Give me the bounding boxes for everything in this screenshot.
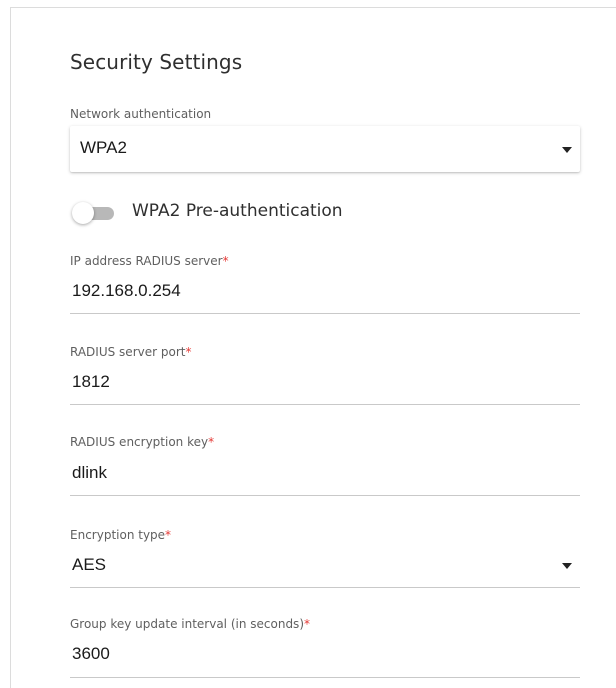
radius-ip-value: 192.168.0.254 xyxy=(72,281,181,300)
caret-down-icon xyxy=(562,563,572,569)
group-key-interval-value: 3600 xyxy=(72,644,110,663)
required-mark: * xyxy=(185,345,192,359)
security-settings-panel: Security Settings Network authentication… xyxy=(10,7,616,688)
radius-ip-field[interactable]: IP address RADIUS server* 192.168.0.254 xyxy=(70,254,580,316)
radius-key-label: RADIUS encryption key* xyxy=(70,435,214,449)
encryption-type-label: Encryption type* xyxy=(70,528,171,542)
field-underline xyxy=(70,495,580,496)
required-mark: * xyxy=(304,617,310,631)
field-underline xyxy=(70,677,580,678)
section-title: Security Settings xyxy=(70,50,243,74)
radius-key-field[interactable]: RADIUS encryption key* dlink xyxy=(70,435,580,497)
field-underline xyxy=(70,404,580,405)
caret-down-icon xyxy=(562,147,572,153)
network-authentication-label-text: Network authentication xyxy=(70,107,212,121)
radius-port-label: RADIUS server port* xyxy=(70,345,191,359)
group-key-interval-field[interactable]: Group key update interval (in seconds)* … xyxy=(70,617,580,679)
field-underline xyxy=(70,313,580,314)
encryption-type-select[interactable]: Encryption type* AES xyxy=(70,528,580,590)
group-key-interval-label-text: Group key update interval (in seconds) xyxy=(70,617,304,631)
required-mark: * xyxy=(165,528,172,542)
radius-key-value: dlink xyxy=(72,463,107,482)
required-mark: * xyxy=(208,435,215,449)
radius-port-label-text: RADIUS server port xyxy=(70,345,186,359)
toggle-knob xyxy=(72,202,94,224)
radius-ip-label-text: IP address RADIUS server xyxy=(70,254,223,268)
network-authentication-select[interactable]: WPA2 xyxy=(70,126,580,172)
encryption-type-value: AES xyxy=(72,555,107,574)
radius-port-value: 1812 xyxy=(72,372,110,391)
network-authentication-label: Network authentication xyxy=(70,107,211,121)
radius-key-label-text: RADIUS encryption key xyxy=(70,435,209,449)
wpa2-preauthentication-toggle[interactable] xyxy=(72,202,116,224)
radius-port-field[interactable]: RADIUS server port* 1812 xyxy=(70,345,580,407)
wpa2-preauthentication-label: WPA2 Pre-authentication xyxy=(132,201,343,221)
group-key-interval-label: Group key update interval (in seconds)* xyxy=(70,617,310,631)
network-authentication-value: WPA2 xyxy=(80,138,127,157)
field-underline xyxy=(70,587,580,588)
radius-ip-label: IP address RADIUS server* xyxy=(70,254,229,268)
required-mark: * xyxy=(222,254,229,268)
encryption-type-label-text: Encryption type xyxy=(70,528,166,542)
